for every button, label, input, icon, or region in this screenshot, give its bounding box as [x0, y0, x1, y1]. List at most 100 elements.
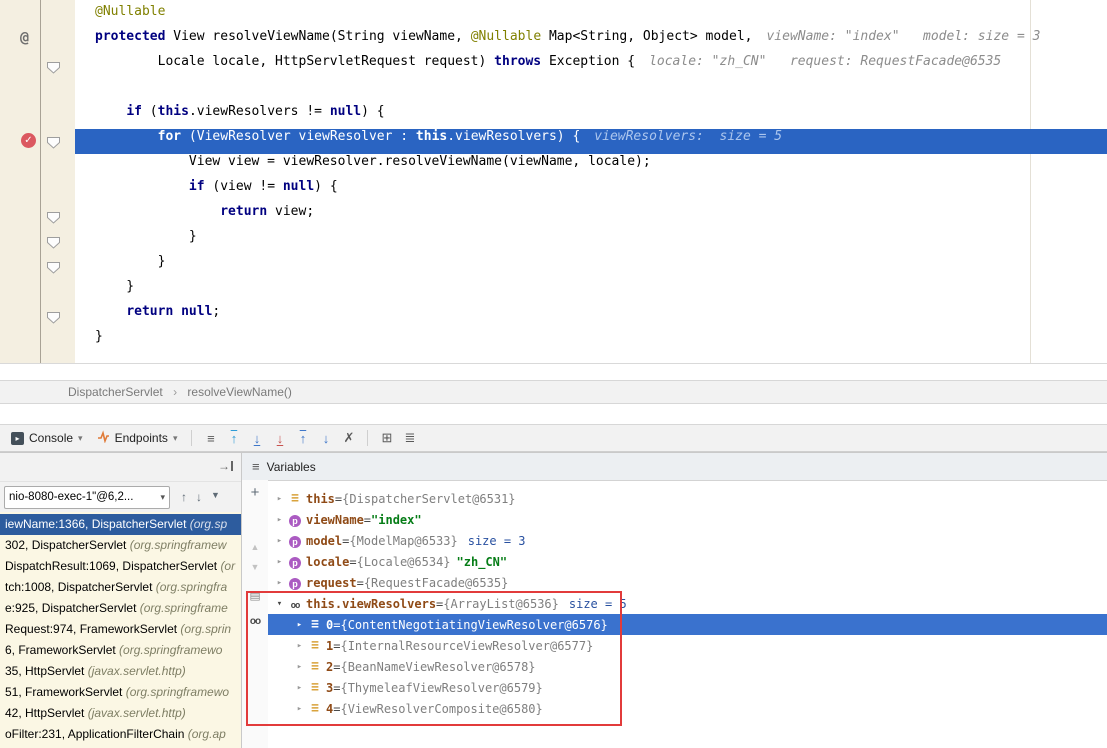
breadcrumb-class[interactable]: DispatcherServlet	[68, 385, 163, 399]
execution-line[interactable]: for (ViewResolver viewResolver : this.vi…	[75, 129, 1107, 154]
chevron-right-icon[interactable]: ▸	[292, 662, 307, 672]
scroll-up-icon[interactable]: ▲	[242, 542, 268, 552]
code-line[interactable]: return view;	[75, 204, 1107, 229]
variable-row[interactable]: ▸plocale = {Locale@6534}"zh_CN"	[268, 551, 1107, 572]
code-token: return	[220, 204, 267, 219]
run-to-cursor-icon[interactable]: ↓	[314, 431, 337, 446]
frame-row[interactable]: 35, HttpServlet (javax.servlet.http)	[0, 661, 241, 682]
variable-name: 3	[326, 681, 333, 695]
endpoints-tab[interactable]: Endpoints ▾	[90, 425, 185, 451]
code-line[interactable]: }	[75, 329, 1107, 354]
bars-glyph: ≡	[311, 638, 319, 653]
chevron-right-icon[interactable]: ▸	[272, 557, 287, 567]
variable-row[interactable]: ▸≡2 = {BeanNameViewResolver@6578}	[268, 656, 1107, 677]
fold-marker-icon[interactable]	[47, 311, 61, 323]
code-line[interactable]	[75, 79, 1107, 104]
variable-row[interactable]: ▾oothis.viewResolvers = {ArrayList@6536}…	[268, 593, 1107, 614]
step-over-icon[interactable]: ↓	[245, 431, 268, 446]
variable-reference: {ContentNegotiatingViewResolver@6576}	[340, 618, 607, 632]
variable-name: viewName	[306, 513, 364, 527]
scroll-down-icon[interactable]: ▼	[242, 562, 268, 572]
variable-row[interactable]: ▸≡0 = {ContentNegotiatingViewResolver@65…	[268, 614, 1107, 635]
frame-row[interactable]: DispatchResult:1069, DispatcherServlet (…	[0, 556, 241, 577]
frame-location: 51, FrameworkServlet	[5, 685, 126, 699]
variable-row[interactable]: ▸pviewName = "index"	[268, 509, 1107, 530]
layout-settings-icon[interactable]: ⊞	[375, 430, 398, 446]
chevron-right-icon[interactable]: ▸	[272, 536, 287, 546]
code-token: Map<String, Object> model,	[541, 29, 752, 44]
variable-name: this.viewResolvers	[306, 597, 436, 611]
variable-row[interactable]: ▸prequest = {RequestFacade@6535}	[268, 572, 1107, 593]
code-token: if	[126, 104, 142, 119]
chevron-right-icon[interactable]: ▸	[272, 515, 287, 525]
frame-row[interactable]: 302, DispatcherServlet (org.springframew	[0, 535, 241, 556]
force-step-over-icon[interactable]: ↓	[268, 431, 291, 446]
variable-row[interactable]: ▸≡1 = {InternalResourceViewResolver@6577…	[268, 635, 1107, 656]
frame-row[interactable]: 6, FrameworkServlet (org.springframewo	[0, 640, 241, 661]
variable-reference: {ArrayList@6536}	[443, 597, 559, 611]
chevron-right-icon[interactable]: ▸	[292, 704, 307, 714]
variable-row[interactable]: ▸≡this = {DispatcherServlet@6531}	[268, 488, 1107, 509]
code-line[interactable]: }	[75, 229, 1107, 254]
bars-glyph: ≡	[311, 680, 319, 695]
chevron-right-icon[interactable]: ▸	[272, 494, 287, 504]
frame-row[interactable]: tch:1008, DispatcherServlet (org.springf…	[0, 577, 241, 598]
code-line[interactable]: }	[75, 279, 1107, 304]
value-bars-icon: ≡	[307, 617, 323, 632]
variable-row[interactable]: ▸≡3 = {ThymeleafViewResolver@6579}	[268, 677, 1107, 698]
chevron-right-icon[interactable]: ▸	[292, 641, 307, 651]
code-line[interactable]: if (this.viewResolvers != null) {	[75, 104, 1107, 129]
code-token: }	[95, 229, 197, 244]
frame-row[interactable]: oFilter:231, ApplicationFilterChain (org…	[0, 724, 241, 745]
fold-marker-icon[interactable]	[47, 136, 61, 148]
frame-row[interactable]: 51, FrameworkServlet (org.springframewo	[0, 682, 241, 703]
code-editor[interactable]: @ ✓ @Nullableprotected View resolveViewN…	[0, 0, 1107, 364]
code-line[interactable]: protected View resolveViewName(String vi…	[75, 29, 1107, 54]
annotation-gutter-icon: @	[20, 28, 29, 46]
hide-frames-filter-icon[interactable]: ▼	[211, 490, 220, 504]
chevron-right-icon[interactable]: ▸	[292, 620, 307, 630]
parameter-badge: p	[289, 536, 301, 548]
code-line[interactable]: return null;	[75, 304, 1107, 329]
show-execution-point-icon[interactable]: ↑	[222, 431, 245, 446]
variable-reference: {ModelMap@6533}	[349, 534, 457, 548]
chevron-right-icon[interactable]: ▸	[272, 578, 287, 588]
previous-frame-icon[interactable]: ↑	[181, 490, 187, 504]
frame-row[interactable]: Request:974, FrameworkServlet (org.sprin	[0, 619, 241, 640]
copy-value-icon[interactable]: ▤	[242, 588, 268, 602]
variable-row[interactable]: ▸≡4 = {ViewResolverComposite@6580}	[268, 698, 1107, 719]
breadcrumb-method[interactable]: resolveViewName()	[187, 385, 291, 399]
frame-row[interactable]: 42, HttpServlet (javax.servlet.http)	[0, 703, 241, 724]
chevron-down-icon: ▾	[173, 433, 178, 444]
add-watch-icon[interactable]: +	[242, 484, 268, 501]
frame-location: 6, FrameworkServlet	[5, 643, 119, 657]
view-options-icon[interactable]: ≡	[199, 431, 222, 446]
equals-sign: =	[333, 639, 340, 653]
evaluate-expression-icon[interactable]: ✗	[337, 430, 360, 446]
console-tab[interactable]: ▸ Console ▾	[4, 425, 90, 451]
code-line[interactable]: View view = viewResolver.resolveViewName…	[75, 154, 1107, 179]
fold-marker-icon[interactable]	[47, 61, 61, 73]
code-line[interactable]: }	[75, 254, 1107, 279]
fold-marker-icon[interactable]	[47, 211, 61, 223]
breakpoint-icon[interactable]: ✓	[21, 133, 36, 148]
pin-tab-icon[interactable]: →	[218, 459, 233, 473]
code-line[interactable]: @Nullable	[75, 4, 1107, 29]
filter-stack-icon[interactable]: ≣	[398, 430, 421, 446]
variable-row[interactable]: ▸pmodel = {ModelMap@6533}size = 3	[268, 530, 1107, 551]
code-line[interactable]: Locale locale, HttpServletRequest reques…	[75, 54, 1107, 79]
next-frame-icon[interactable]: ↓	[196, 490, 202, 504]
code-line[interactable]: if (view != null) {	[75, 179, 1107, 204]
parameter-badge: p	[289, 515, 301, 527]
chevron-right-icon[interactable]: ▸	[292, 683, 307, 693]
fold-marker-icon[interactable]	[47, 261, 61, 273]
frame-row[interactable]: iewName:1366, DispatcherServlet (org.sp	[0, 514, 241, 535]
code-token	[173, 304, 181, 319]
show-watches-icon[interactable]: oo	[242, 616, 268, 627]
fold-marker-icon[interactable]	[47, 236, 61, 248]
chevron-down-icon[interactable]: ▾	[272, 599, 287, 609]
step-out-icon[interactable]: ↑	[291, 431, 314, 446]
frame-row[interactable]: e:925, DispatcherServlet (org.springfram…	[0, 598, 241, 619]
menu-icon[interactable]: ≡	[252, 459, 260, 474]
thread-selector[interactable]: nio-8080-exec-1"@6,2... ▾	[4, 486, 170, 509]
